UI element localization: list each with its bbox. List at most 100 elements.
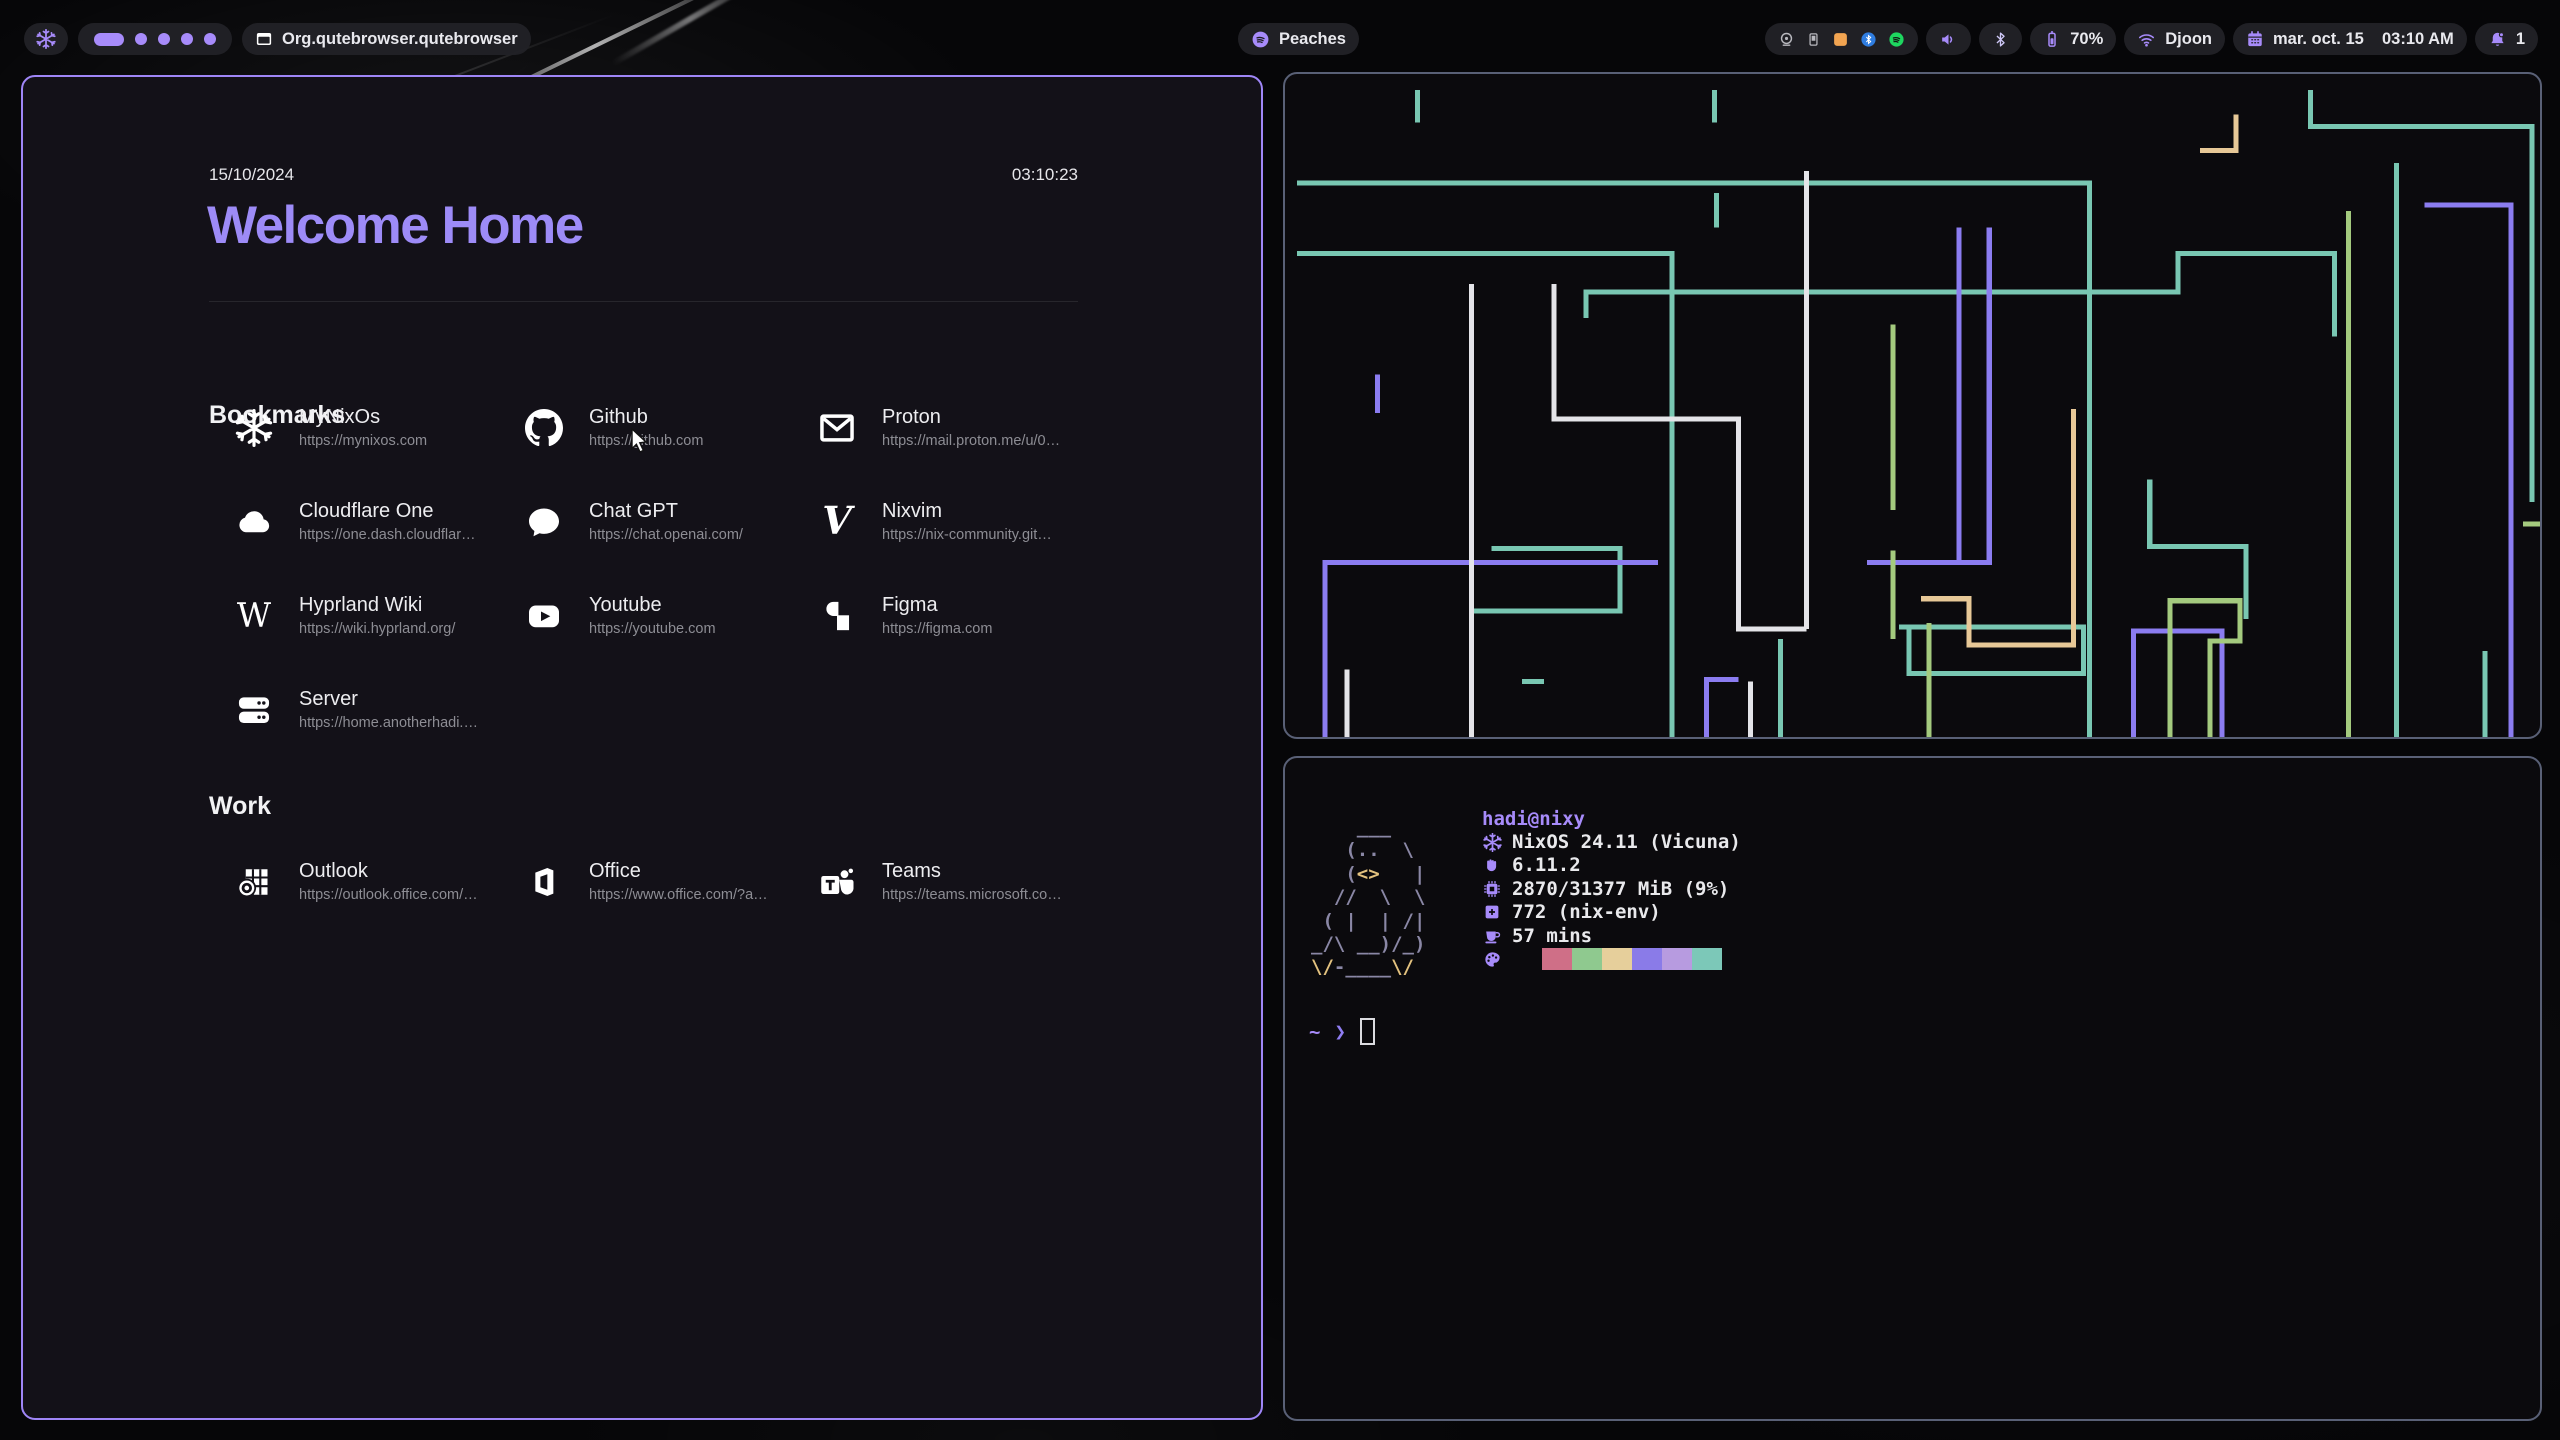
workspace-3[interactable] [158, 33, 170, 45]
office-icon [524, 862, 564, 902]
palette-swatch [1632, 948, 1662, 970]
bookmark-name: Server [299, 688, 478, 711]
bookmark-item-nixvim[interactable]: V Nixvim https://nix-community.git… [817, 500, 1097, 543]
bookmark-url: https://mynixos.com [299, 433, 427, 449]
terminal-window[interactable]: ___ (.. \ (<> | // \ \ ( | | /|_/\ __)/_… [1283, 756, 2542, 1421]
wikipedia-w-icon: W [234, 596, 274, 636]
nixos-snowflake-icon [1482, 833, 1502, 852]
memory-value: 2870/31377 MiB (9%) [1512, 878, 1729, 900]
packages-value: 772 (nix-env) [1512, 901, 1661, 923]
bookmark-item-chatgpt[interactable]: Chat GPT https://chat.openai.com/ [524, 500, 804, 543]
pipes-art [1285, 74, 2540, 737]
youtube-icon [524, 596, 564, 636]
topbar-left: Org.qutebrowser.qutebrowser [24, 23, 531, 55]
bookmark-name: Chat GPT [589, 500, 743, 523]
network-pill[interactable]: Djoon [2124, 23, 2225, 55]
os-value: NixOS 24.11 (Vicuna) [1512, 831, 1741, 853]
bookmark-url: https://wiki.hyprland.org/ [299, 621, 455, 637]
figma-icon [817, 596, 857, 636]
device-icon [1806, 32, 1821, 47]
notifications-pill[interactable]: 1 [2475, 23, 2538, 55]
bookmark-item-office[interactable]: Officehttps://www.office.com/?a… [524, 860, 804, 903]
bookmark-name: Proton [882, 406, 1060, 429]
bookmark-url: https://nix-community.git… [882, 527, 1052, 543]
packages-icon [1482, 903, 1502, 921]
network-name: Djoon [2165, 30, 2212, 49]
bookmark-item-github[interactable]: Githubhttps://github.com [524, 406, 804, 449]
launcher-pill[interactable] [24, 23, 68, 55]
terminal-color-palette [1542, 948, 1722, 970]
app-square-icon [1832, 31, 1849, 48]
bookmark-item-server[interactable]: Serverhttps://home.anotherhadi.… [234, 688, 514, 731]
mail-icon [817, 408, 857, 448]
bookmark-name: Outlook [299, 860, 478, 883]
workspace-1[interactable] [94, 33, 124, 46]
bookmark-url: https://www.office.com/?a… [589, 887, 768, 903]
media-track-label: Peaches [1279, 30, 1346, 49]
bookmark-url: https://teams.microsoft.co… [882, 887, 1062, 903]
chat-bubble-icon [524, 502, 564, 542]
browser-window: 15/10/2024 03:10:23 Welcome Home Bookmar… [21, 75, 1263, 1420]
tux-ascii-art: ___ (.. \ (<> | // \ \ ( | | /|_/\ __)/_… [1311, 816, 1425, 980]
bluetooth-icon [1992, 31, 2009, 48]
bookmark-item-hyprland-wiki[interactable]: W Hyprland Wiki https://wiki.hyprland.org… [234, 594, 514, 637]
uptime-icon [1482, 926, 1502, 945]
kernel-value: 6.11.2 [1512, 854, 1581, 876]
prompt-cwd: ~ [1309, 1021, 1320, 1043]
workspace-4[interactable] [181, 33, 193, 45]
prompt-symbol: ❯ [1334, 1021, 1345, 1043]
kernel-icon [1482, 856, 1502, 874]
page-title: Welcome Home [207, 195, 583, 256]
section-heading-work: Work [209, 792, 271, 821]
bookmark-name: Github [589, 406, 703, 429]
bookmark-item-teams[interactable]: Teams https://teams.microsoft.co… [817, 860, 1097, 903]
clock-date: mar. oct. 15 [2273, 30, 2373, 49]
shell-prompt[interactable]: ~ ❯ [1309, 1018, 1375, 1045]
workspace-5[interactable] [204, 33, 216, 45]
vim-v-icon: V [817, 502, 857, 542]
terminal-cursor [1360, 1018, 1375, 1045]
battery-pill[interactable]: 70% [2030, 23, 2116, 55]
bookmark-item-proton[interactable]: Proton https://mail.proton.me/u/0… [817, 406, 1097, 449]
user-host: hadi@nixy [1482, 808, 1585, 830]
bookmark-name: Teams [882, 860, 1062, 883]
notification-count: 1 [2516, 30, 2525, 49]
bookmark-item-youtube[interactable]: Youtube https://youtube.com [524, 594, 804, 637]
bookmark-url: https://one.dash.cloudflar… [299, 527, 476, 543]
palette-swatch [1572, 948, 1602, 970]
bookmark-name: Nixvim [882, 500, 1052, 523]
outlook-icon [234, 862, 274, 902]
volume-pill[interactable] [1926, 23, 1971, 55]
bookmark-name: Youtube [589, 594, 716, 617]
bookmark-url: https://chat.openai.com/ [589, 527, 743, 543]
divider [209, 301, 1078, 302]
bookmark-item-figma[interactable]: Figmahttps://figma.com [817, 594, 1097, 637]
bookmark-url: https://mail.proton.me/u/0… [882, 433, 1060, 449]
github-icon [524, 408, 564, 448]
media-player-pill[interactable]: Peaches [1238, 23, 1359, 55]
mouse-cursor [630, 428, 652, 459]
webcam-icon [1778, 31, 1795, 48]
workspaces-pill[interactable] [78, 23, 232, 55]
cloud-icon [234, 502, 274, 542]
battery-icon [2043, 30, 2061, 48]
active-window-pill[interactable]: Org.qutebrowser.qutebrowser [242, 23, 531, 55]
spotify-icon [1251, 30, 1270, 49]
bluetooth-pill[interactable] [1979, 23, 2022, 55]
bookmark-item-cloudflare[interactable]: Cloudflare Onehttps://one.dash.cloudflar… [234, 500, 514, 543]
bookmark-url: https://outlook.office.com/… [299, 887, 478, 903]
spotify-tray-icon [1888, 31, 1905, 48]
bookmark-item-outlook[interactable]: Outlook https://outlook.office.com/… [234, 860, 514, 903]
svg-text:V: V [822, 503, 855, 541]
workspace-2[interactable] [135, 33, 147, 45]
startpage-date: 15/10/2024 [209, 165, 294, 185]
bookmark-item-mynixos[interactable]: MyNixOs https://mynixos.com [234, 406, 514, 449]
window-icon [255, 30, 273, 48]
clock-pill[interactable]: mar. oct. 15 03:10 AM [2233, 23, 2467, 55]
pipes-window [1283, 72, 2542, 739]
active-window-title: Org.qutebrowser.qutebrowser [282, 30, 518, 49]
bookmark-name: MyNixOs [299, 406, 427, 429]
bookmark-url: https://youtube.com [589, 621, 716, 637]
bookmark-name: Hyprland Wiki [299, 594, 455, 617]
systray-pill[interactable] [1765, 23, 1918, 55]
